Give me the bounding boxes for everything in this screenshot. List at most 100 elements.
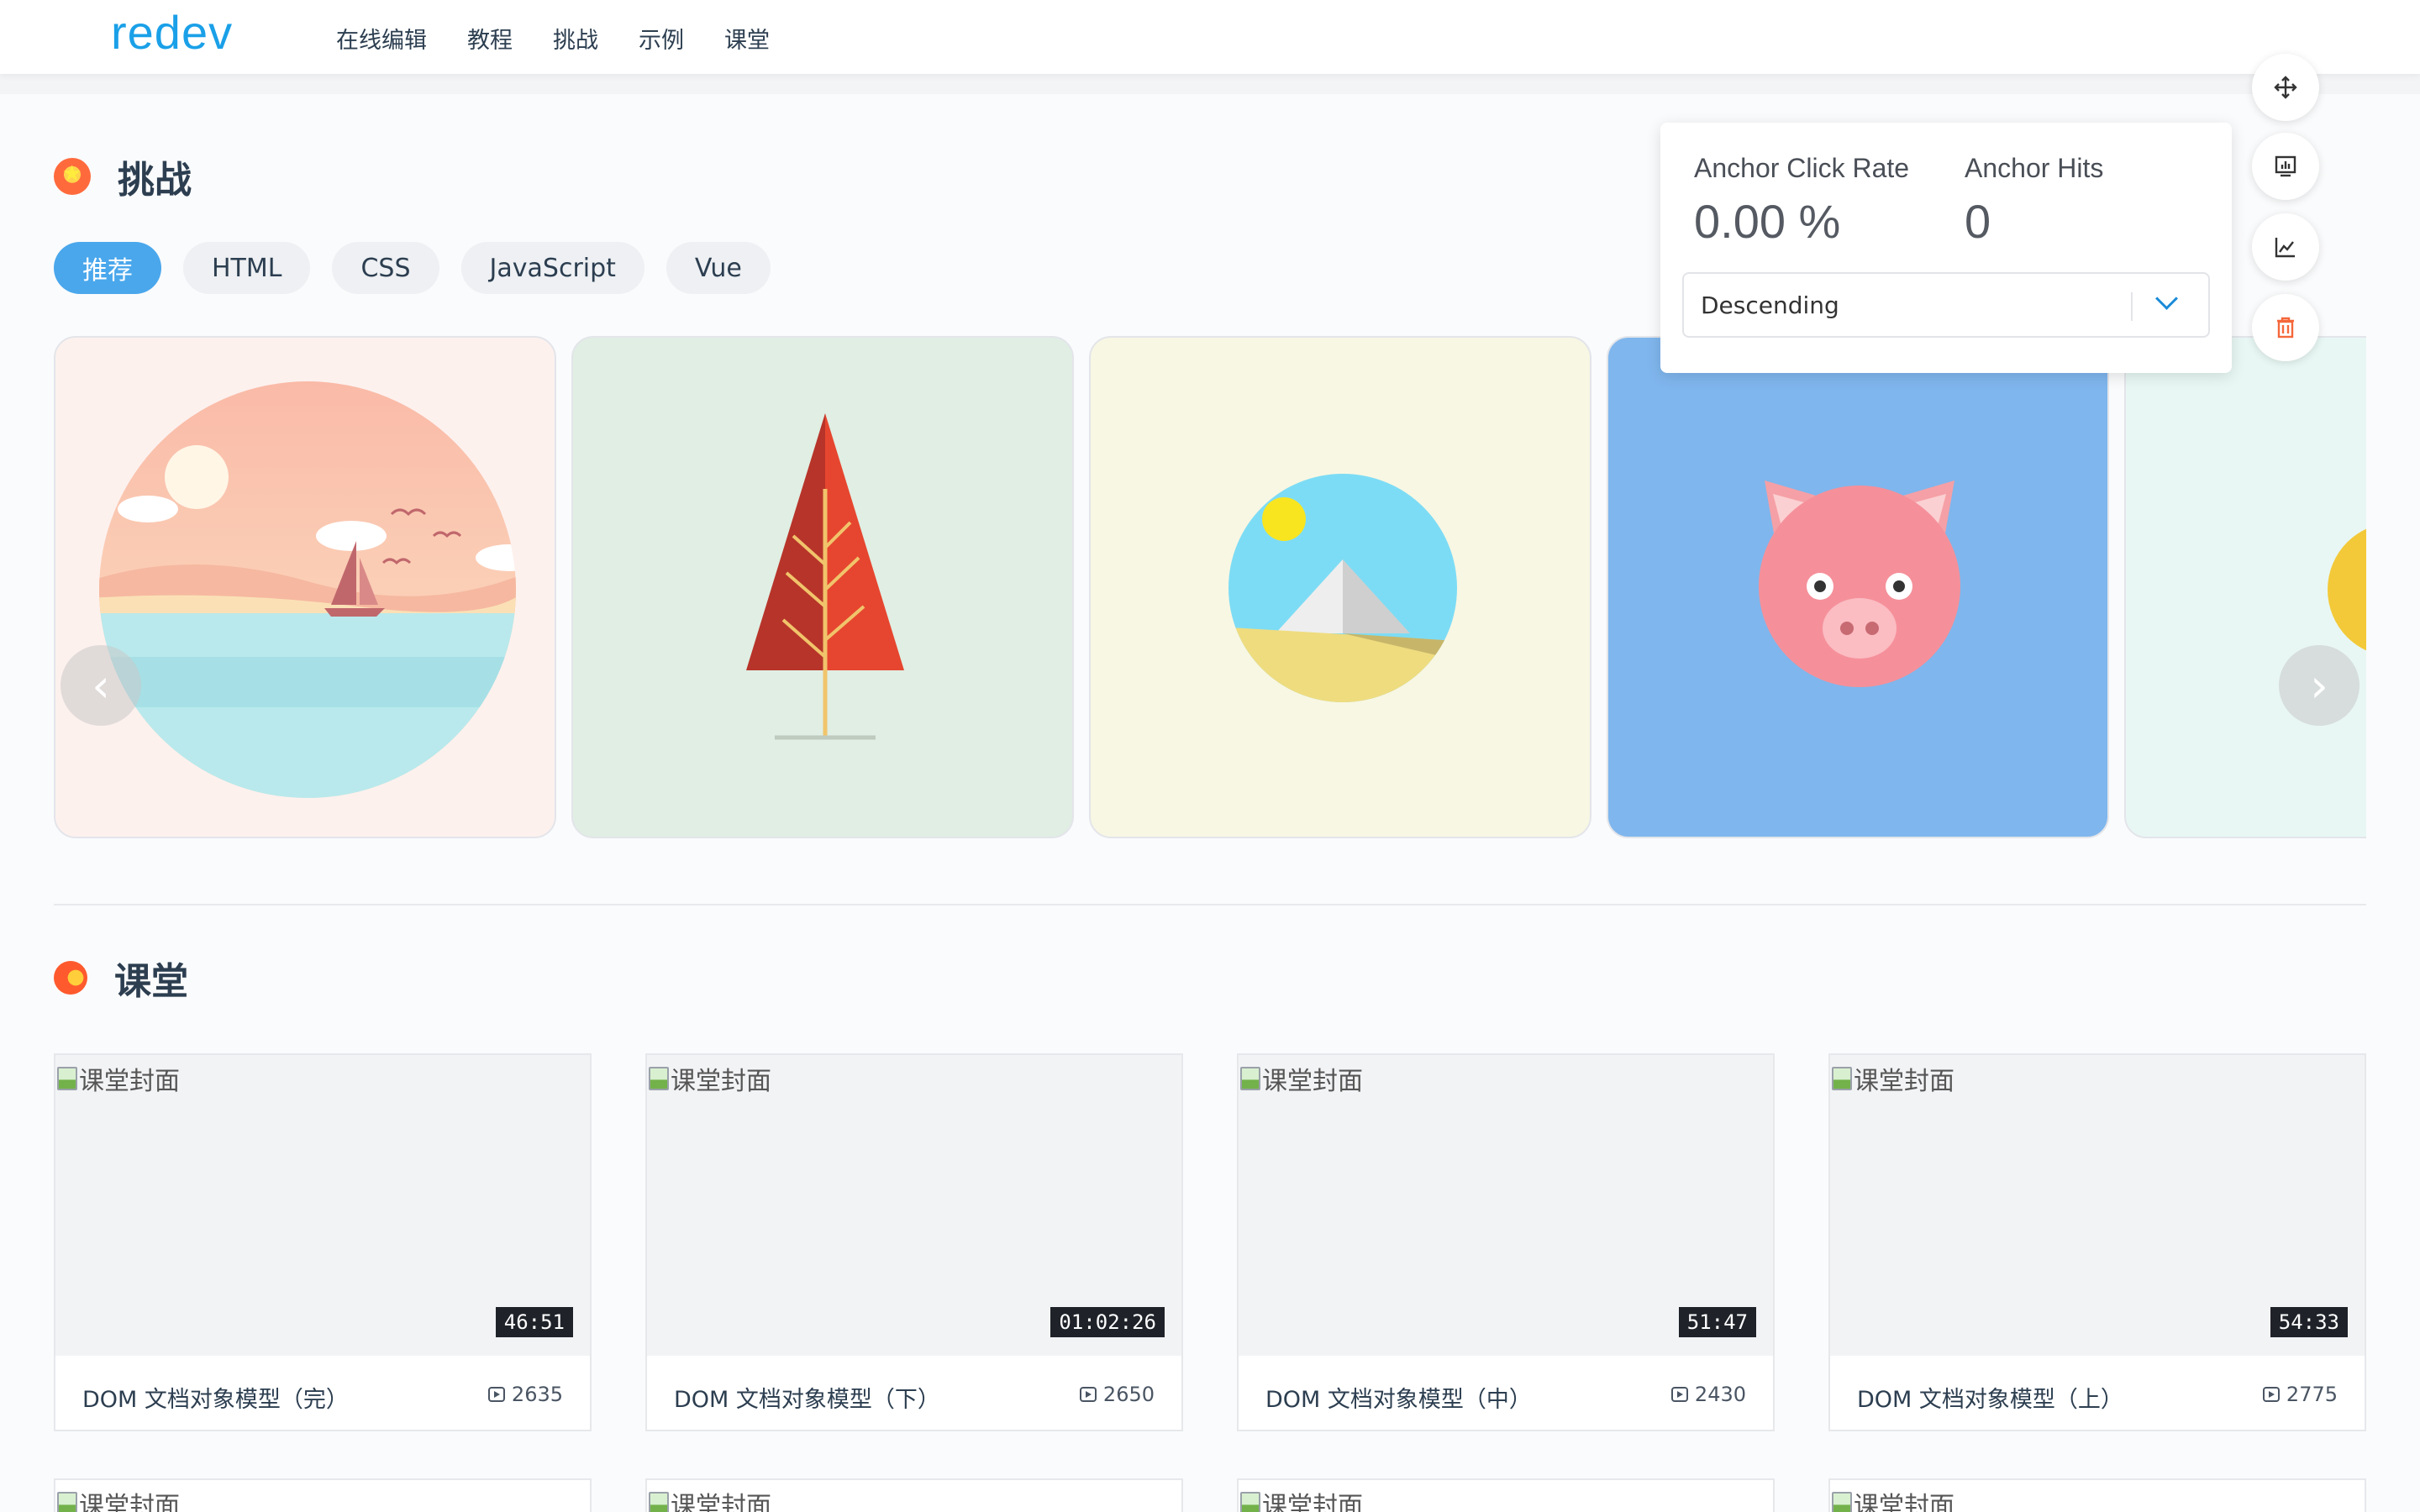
challenge-card-pyramid[interactable] (1089, 336, 1591, 838)
hits-value: 0 (1965, 195, 1991, 248)
course-cover[interactable]: 课堂封面 51:47 (1239, 1055, 1773, 1356)
view-count: 2635 (487, 1383, 563, 1406)
course-title[interactable]: DOM 文档对象模型（中） (1265, 1381, 1532, 1414)
view-count-value: 2775 (2286, 1383, 2338, 1406)
delete-button[interactable] (2252, 294, 2319, 361)
filter-recommended[interactable]: 推荐 (54, 242, 161, 294)
challenge-card-sunset[interactable] (54, 336, 556, 838)
broken-image-icon (1240, 1492, 1260, 1512)
cover-alt-label: 课堂封面 (1854, 1067, 1954, 1096)
main-nav: 在线编辑 教程 挑战 示例 课堂 (336, 22, 770, 55)
cover-alt-label: 课堂封面 (1854, 1492, 1954, 1512)
challenge-filters: 推荐 HTML CSS JavaScript Vue (54, 242, 771, 294)
sunset-illustration (99, 381, 516, 798)
move-icon (2274, 76, 2297, 99)
chevron-left-icon: ‹ (92, 659, 110, 712)
broken-image-icon (1832, 1067, 1852, 1090)
course-card-peek[interactable]: 课堂封面 (1828, 1478, 2366, 1512)
play-icon (487, 1387, 505, 1402)
view-count-value: 2430 (1694, 1383, 1746, 1406)
cover-alt-text: 课堂封面 (1240, 1485, 1363, 1512)
report-button[interactable] (2252, 133, 2319, 200)
broken-image-icon (57, 1492, 77, 1512)
chevron-right-icon: › (2310, 659, 2328, 712)
course-title[interactable]: DOM 文档对象模型（下） (674, 1381, 940, 1414)
challenge-card-partial[interactable] (2124, 336, 2366, 838)
filter-css[interactable]: CSS (332, 242, 439, 294)
carousel-prev-button[interactable]: ‹ (60, 645, 141, 726)
course-title[interactable]: DOM 文档对象模型（完） (82, 1381, 349, 1414)
view-count-value: 2635 (511, 1383, 563, 1406)
filter-vue[interactable]: Vue (666, 242, 771, 294)
play-icon (1670, 1387, 1688, 1402)
select-separator (2131, 292, 2133, 321)
medal-icon (54, 158, 91, 195)
report-icon (2275, 155, 2296, 177)
cover-alt-text: 课堂封面 (649, 1060, 771, 1097)
header-shadow-strip (0, 74, 2420, 94)
move-button[interactable] (2252, 54, 2319, 121)
challenge-carousel: ‹ › (54, 336, 2366, 840)
cover-alt-label: 课堂封面 (79, 1492, 180, 1512)
nav-challenges[interactable]: 挑战 (553, 22, 598, 55)
course-card[interactable]: 课堂封面 54:33 DOM 文档对象模型（上） 2775 (1828, 1053, 2366, 1431)
nav-online-editor[interactable]: 在线编辑 (336, 22, 427, 55)
pyramid-illustration (1228, 474, 1457, 702)
nav-classroom[interactable]: 课堂 (724, 22, 770, 55)
cover-alt-text: 课堂封面 (1240, 1060, 1363, 1097)
course-card[interactable]: 课堂封面 51:47 DOM 文档对象模型（中） 2430 (1237, 1053, 1775, 1431)
cover-alt-text: 课堂封面 (57, 1060, 180, 1097)
play-icon (1079, 1387, 1097, 1402)
duration-badge: 54:33 (2270, 1307, 2348, 1337)
challenge-card-pig[interactable] (1607, 336, 2109, 838)
trash-icon (2277, 317, 2294, 339)
cover-alt-text: 课堂封面 (1832, 1060, 1954, 1097)
challenge-title: 挑战 (118, 159, 192, 202)
partial-illustration (2328, 528, 2366, 651)
broken-image-icon (1240, 1067, 1260, 1090)
filter-javascript[interactable]: JavaScript (460, 242, 644, 294)
broken-image-icon (1832, 1492, 1852, 1512)
course-cover[interactable]: 课堂封面 46:51 (55, 1055, 590, 1356)
anchor-stats-panel: Anchor Click Rate 0.00 % Anchor Hits 0 D… (1660, 123, 2232, 373)
broken-image-icon (57, 1067, 77, 1090)
nav-tutorials[interactable]: 教程 (467, 22, 513, 55)
chart-icon (2275, 238, 2295, 258)
chart-button[interactable] (2252, 213, 2319, 281)
classroom-title: 课堂 (114, 960, 188, 1003)
view-count: 2650 (1079, 1383, 1155, 1406)
filter-html[interactable]: HTML (183, 242, 311, 294)
cover-alt-label: 课堂封面 (671, 1067, 771, 1096)
course-card-peek[interactable]: 课堂封面 (645, 1478, 1183, 1512)
sort-order-value: Descending (1701, 291, 1839, 319)
pig-illustration (1759, 480, 1960, 687)
course-cover[interactable]: 课堂封面 54:33 (1830, 1055, 2365, 1356)
play-icon (2262, 1387, 2280, 1402)
course-card[interactable]: 课堂封面 46:51 DOM 文档对象模型（完） 2635 (54, 1053, 592, 1431)
logo[interactable]: redev (111, 5, 233, 60)
view-count: 2430 (1670, 1383, 1746, 1406)
sort-order-select[interactable]: Descending (1682, 272, 2210, 338)
top-navbar: redev 在线编辑 教程 挑战 示例 课堂 (0, 0, 2420, 74)
cover-alt-text: 课堂封面 (649, 1485, 771, 1512)
view-count: 2775 (2262, 1383, 2338, 1406)
cover-alt-label: 课堂封面 (1262, 1067, 1363, 1096)
carousel-next-button[interactable]: › (2279, 645, 2360, 726)
course-card-peek[interactable]: 课堂封面 (1237, 1478, 1775, 1512)
course-card[interactable]: 课堂封面 01:02:26 DOM 文档对象模型（下） 2650 (645, 1053, 1183, 1431)
duration-badge: 46:51 (495, 1307, 573, 1337)
duration-badge: 51:47 (1678, 1307, 1756, 1337)
course-cover[interactable]: 课堂封面 01:02:26 (647, 1055, 1181, 1356)
nav-examples[interactable]: 示例 (639, 22, 684, 55)
broken-image-icon (649, 1067, 669, 1090)
classroom-heading: 课堂 (54, 951, 188, 1005)
course-card-peek[interactable]: 课堂封面 (54, 1478, 592, 1512)
view-count-value: 2650 (1102, 1383, 1155, 1406)
click-rate-metric: Anchor Click Rate 0.00 % (1694, 153, 1909, 249)
duration-badge: 01:02:26 (1050, 1307, 1165, 1337)
click-rate-value: 0.00 % (1694, 195, 1841, 248)
course-title[interactable]: DOM 文档对象模型（上） (1857, 1381, 2123, 1414)
challenge-heading: 挑战 (54, 150, 192, 203)
cover-alt-label: 课堂封面 (79, 1067, 180, 1096)
challenge-card-tree[interactable] (571, 336, 1074, 838)
